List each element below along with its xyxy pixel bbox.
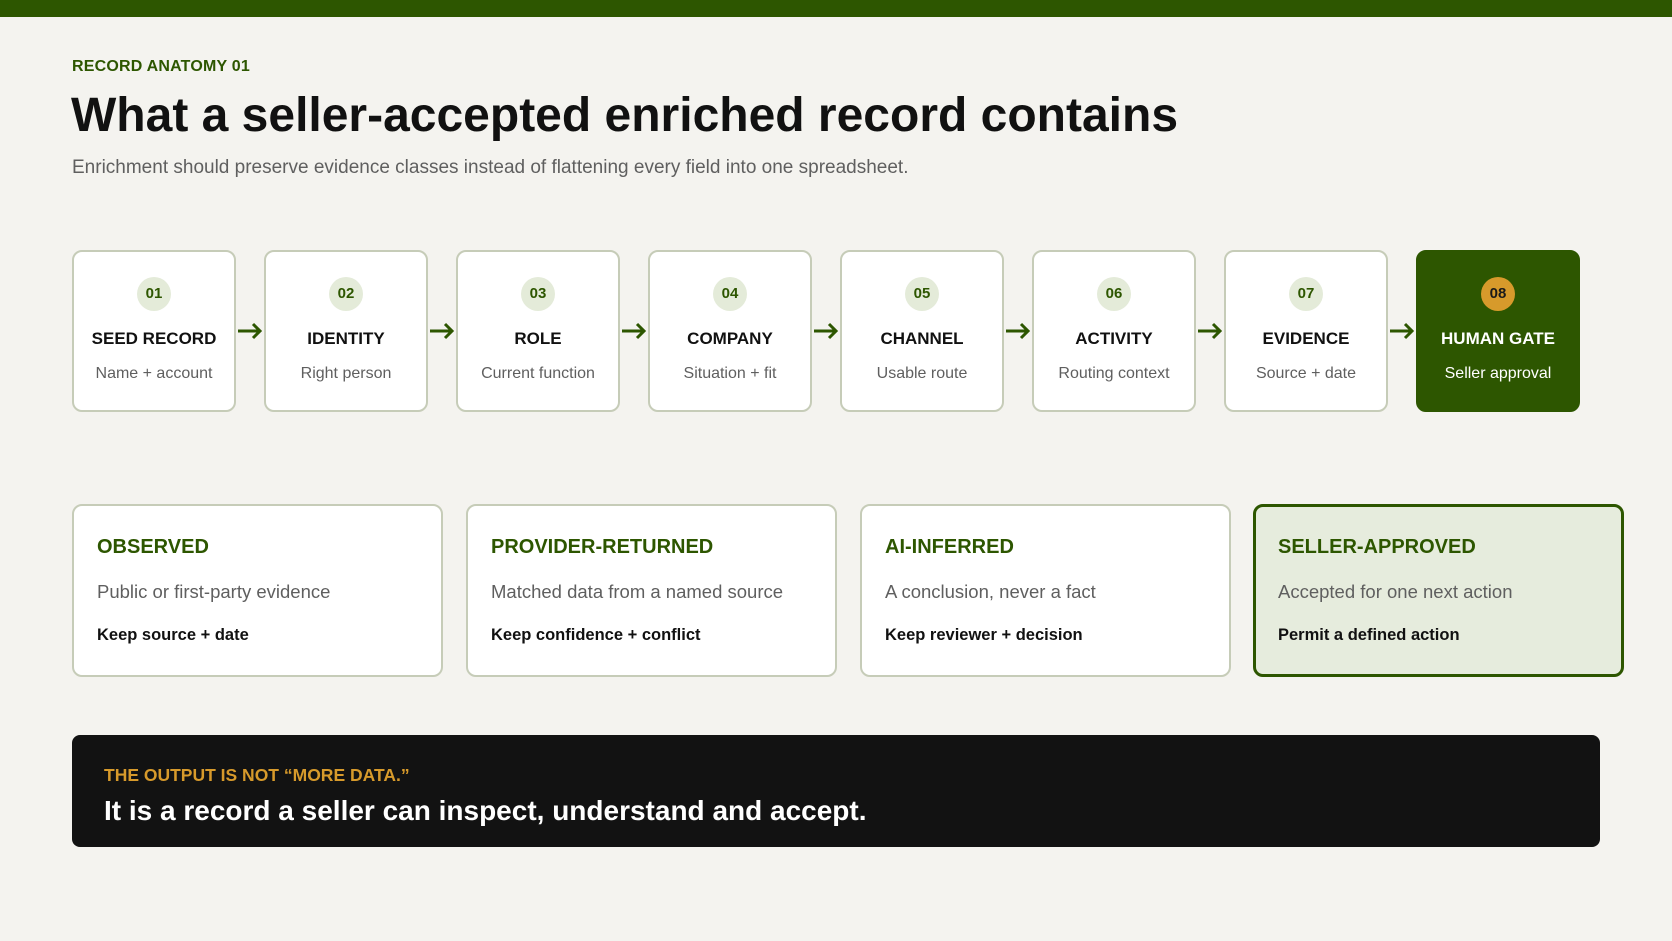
record-pipeline: 01 SEED RECORD Name + account 02 IDENTIT… [72, 250, 1592, 414]
class-card-seller-approved: SELLER-APPROVED Accepted for one next ac… [1253, 504, 1624, 677]
step-channel: 05 CHANNEL Usable route [840, 250, 1004, 412]
step-number-badge: 01 [137, 277, 171, 311]
evidence-classes: OBSERVED Public or first-party evidence … [72, 504, 1632, 678]
step-company: 04 COMPANY Situation + fit [648, 250, 812, 412]
class-title: PROVIDER-RETURNED [491, 536, 714, 558]
step-description: Routing context [1058, 365, 1170, 382]
step-human-gate: 08 HUMAN GATE Seller approval [1416, 250, 1580, 412]
callout-kicker: THE OUTPUT IS NOT “MORE DATA.” [104, 765, 410, 785]
conclusion-callout: THE OUTPUT IS NOT “MORE DATA.” It is a r… [72, 735, 1600, 847]
step-identity: 02 IDENTITY Right person [264, 250, 428, 412]
class-action: Keep source + date [97, 626, 249, 644]
class-action: Permit a defined action [1278, 626, 1460, 644]
step-activity: 06 ACTIVITY Routing context [1032, 250, 1196, 412]
step-description: Situation + fit [683, 365, 777, 382]
class-description: Matched data from a named source [491, 581, 784, 602]
page-subtitle: Enrichment should preserve evidence clas… [72, 157, 909, 178]
arrow-right-icon [814, 322, 839, 340]
class-title: AI-INFERRED [885, 536, 1014, 558]
step-name: ACTIVITY [1075, 329, 1153, 348]
step-name: EVIDENCE [1262, 329, 1350, 348]
class-card-observed: OBSERVED Public or first-party evidence … [72, 504, 443, 677]
class-title: SELLER-APPROVED [1278, 536, 1476, 558]
arrow-right-icon [238, 322, 263, 340]
class-description: Public or first-party evidence [97, 581, 331, 602]
class-action: Keep confidence + conflict [491, 626, 701, 644]
class-title: OBSERVED [97, 536, 209, 558]
step-name: COMPANY [687, 329, 773, 348]
step-number-badge: 08 [1481, 277, 1515, 311]
step-number-badge: 03 [521, 277, 555, 311]
step-name: CHANNEL [880, 329, 964, 348]
arrow-right-icon [1390, 322, 1415, 340]
step-role: 03 ROLE Current function [456, 250, 620, 412]
step-description: Source + date [1255, 365, 1357, 382]
step-description: Current function [481, 365, 595, 382]
step-name: IDENTITY [307, 329, 385, 348]
arrow-right-icon [622, 322, 647, 340]
top-accent-bar [0, 0, 1672, 17]
arrow-right-icon [430, 322, 455, 340]
step-number-badge: 06 [1097, 277, 1131, 311]
step-description: Right person [300, 365, 392, 382]
class-card-ai-inferred: AI-INFERRED A conclusion, never a fact K… [860, 504, 1231, 677]
class-action: Keep reviewer + decision [885, 626, 1083, 644]
step-description: Usable route [876, 365, 968, 382]
step-description: Seller approval [1444, 365, 1552, 382]
arrow-right-icon [1198, 322, 1223, 340]
step-name: HUMAN GATE [1441, 329, 1555, 348]
step-description: Name + account [95, 365, 213, 382]
step-evidence: 07 EVIDENCE Source + date [1224, 250, 1388, 412]
step-name: ROLE [514, 329, 562, 348]
step-number-badge: 05 [905, 277, 939, 311]
callout-statement: It is a record a seller can inspect, und… [104, 795, 867, 826]
step-seed-record: 01 SEED RECORD Name + account [72, 250, 236, 412]
class-description: Accepted for one next action [1278, 581, 1513, 602]
step-number-badge: 04 [713, 277, 747, 311]
step-number-badge: 07 [1289, 277, 1323, 311]
arrow-right-icon [1006, 322, 1031, 340]
step-name: SEED RECORD [91, 329, 217, 348]
eyebrow-label: RECORD ANATOMY 01 [72, 58, 250, 75]
page-title: What a seller-accepted enriched record c… [71, 89, 1179, 142]
class-description: A conclusion, never a fact [885, 581, 1096, 602]
step-number-badge: 02 [329, 277, 363, 311]
class-card-provider-returned: PROVIDER-RETURNED Matched data from a na… [466, 504, 837, 677]
